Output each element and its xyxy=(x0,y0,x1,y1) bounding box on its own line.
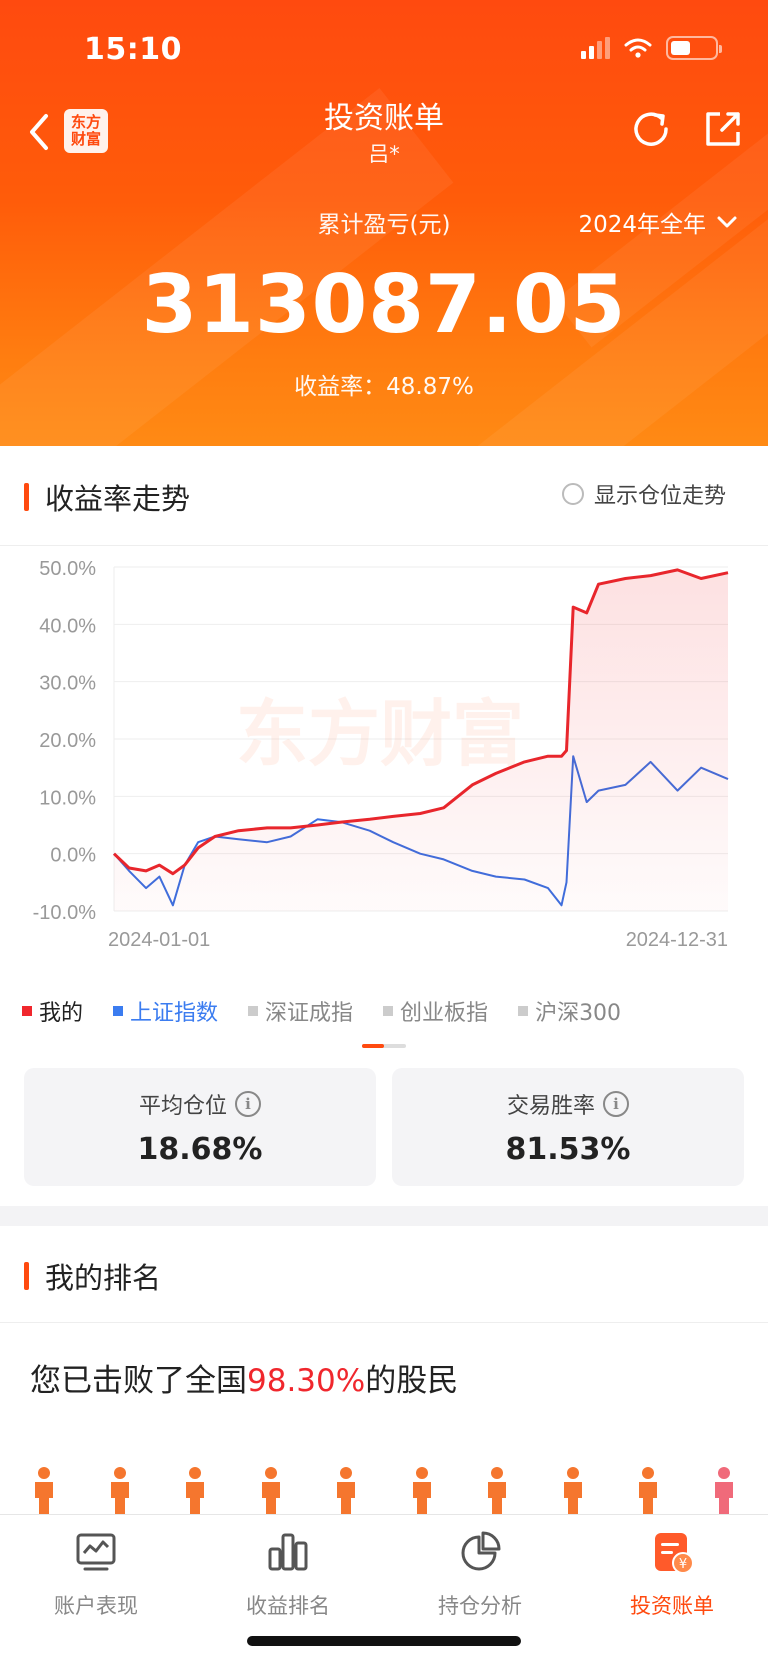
tab-account-performance[interactable]: 账户表现 xyxy=(0,1529,192,1620)
trend-title-text: 收益率走势 xyxy=(45,482,191,516)
trend-section-title: 收益率走势 xyxy=(24,476,190,518)
legend-item[interactable]: 我的 xyxy=(22,995,83,1027)
total-pl-value: 313087.05 xyxy=(141,258,627,351)
avg-position-box: 平均仓位 i 18.68% xyxy=(24,1068,376,1186)
tab-investment-bill[interactable]: ¥ 投资账单 xyxy=(576,1529,768,1620)
header-banner: 15:10 东方 财富 投资账单 吕* 累计盈亏(元) 2024年全年 31308… xyxy=(0,0,768,446)
monitor-chart-icon xyxy=(76,1533,116,1571)
rank-percent: 98.30% xyxy=(247,1363,366,1399)
cellular-signal-icon xyxy=(581,37,610,59)
person-icon xyxy=(337,1467,356,1514)
toggle-label: 显示仓位走势 xyxy=(593,484,726,509)
watermark-text: 东方财富 xyxy=(236,692,524,776)
home-indicator xyxy=(247,1636,521,1646)
status-time: 15:10 xyxy=(84,32,182,67)
legend-item[interactable]: 深证成指 xyxy=(248,995,353,1027)
y-tick-label: 30.0% xyxy=(39,673,96,695)
legend-swatch xyxy=(518,1006,529,1016)
info-icon[interactable]: i xyxy=(235,1091,261,1117)
person-icon xyxy=(714,1467,733,1514)
rank-text-post: 的股民 xyxy=(365,1363,459,1399)
person-icon xyxy=(563,1467,582,1514)
x-tick-label: 2024-01-01 xyxy=(108,929,210,951)
ranking-title-text: 我的排名 xyxy=(45,1261,162,1295)
legend-swatch xyxy=(383,1006,394,1016)
win-rate-value: 81.53% xyxy=(505,1132,631,1167)
rank-sentence: 您已击败了全国98.30%的股民 xyxy=(30,1355,458,1400)
return-rate: 收益率：48.87% xyxy=(294,374,474,400)
avg-position-label: 平均仓位 xyxy=(138,1094,227,1119)
x-tick-label: 2024-12-31 xyxy=(626,929,728,951)
rank-text-pre: 您已击败了全国 xyxy=(30,1363,247,1399)
win-rate-box: 交易胜率 i 81.53% xyxy=(392,1068,744,1186)
y-tick-label: 40.0% xyxy=(39,615,96,637)
legend-swatch xyxy=(22,1006,32,1016)
win-rate-label: 交易胜率 xyxy=(506,1094,595,1119)
legend-label: 上证指数 xyxy=(130,1001,219,1026)
person-icon xyxy=(35,1467,53,1514)
pie-chart-icon xyxy=(461,1531,501,1571)
legend-label: 深证成指 xyxy=(265,1001,354,1026)
chart-legend: 我的 上证指数 深证成指 创业板指 沪深300 xyxy=(22,995,651,1027)
period-selector[interactable]: 2024年全年 xyxy=(578,205,738,239)
battery-icon xyxy=(666,36,722,60)
person-icon xyxy=(186,1467,205,1514)
y-tick-label: 50.0% xyxy=(39,558,96,580)
legend-swatch xyxy=(113,1006,124,1016)
legend-label: 我的 xyxy=(39,1001,84,1026)
radio-icon xyxy=(561,483,584,505)
refresh-icon[interactable] xyxy=(628,106,674,152)
legend-item[interactable]: 上证指数 xyxy=(113,995,218,1027)
legend-label: 创业板指 xyxy=(400,1001,489,1026)
return-chart-svg: 50.0% 40.0% 30.0% 20.0% 10.0% 0.0% -10.0% 东方财富 2… xyxy=(33,558,729,951)
period-label: 2024年全年 xyxy=(578,212,706,238)
return-chart[interactable]: 50.0% 40.0% 30.0% 20.0% 10.0% 0.0% -10.0% 东方财富 2… xyxy=(0,545,768,955)
avg-position-value: 18.68% xyxy=(137,1132,263,1167)
tab-return-ranking[interactable]: 收益排名 xyxy=(192,1529,384,1620)
bill-icon: ¥ xyxy=(655,1533,694,1574)
share-icon[interactable] xyxy=(700,106,746,152)
tab-holdings-analysis[interactable]: 持仓分析 xyxy=(384,1529,576,1620)
tab-label: 持仓分析 xyxy=(438,1594,522,1618)
status-icons xyxy=(581,36,722,60)
person-icon xyxy=(110,1467,129,1514)
info-icon[interactable]: i xyxy=(603,1091,629,1117)
ranking-section-title: 我的排名 xyxy=(24,1255,161,1297)
section-accent-bar xyxy=(24,1262,29,1290)
section-accent-bar xyxy=(24,483,29,511)
y-tick-label: 10.0% xyxy=(39,787,96,809)
legend-label: 沪深300 xyxy=(535,1001,622,1026)
person-icon xyxy=(412,1467,431,1514)
legend-swatch xyxy=(248,1006,259,1016)
y-tick-label: 20.0% xyxy=(39,730,96,752)
wifi-icon xyxy=(624,38,652,58)
tab-label: 投资账单 xyxy=(630,1594,714,1618)
legend-item[interactable]: 沪深300 xyxy=(518,995,621,1027)
tab-label: 收益排名 xyxy=(246,1594,330,1618)
person-icon xyxy=(639,1467,658,1514)
tab-label: 账户表现 xyxy=(54,1594,138,1618)
bar-chart-icon xyxy=(268,1533,308,1571)
person-icon xyxy=(488,1467,507,1514)
svg-text:¥: ¥ xyxy=(679,1557,687,1572)
chevron-down-icon xyxy=(717,216,737,228)
people-row xyxy=(30,1466,738,1514)
y-tick-label: -10.0% xyxy=(33,902,97,924)
divider xyxy=(0,1322,768,1323)
y-tick-label: 0.0% xyxy=(50,845,96,867)
legend-item[interactable]: 创业板指 xyxy=(383,995,488,1027)
person-icon xyxy=(261,1467,280,1514)
position-trend-toggle[interactable]: 显示仓位走势 xyxy=(561,478,726,510)
legend-scroll-indicator xyxy=(362,1044,406,1048)
